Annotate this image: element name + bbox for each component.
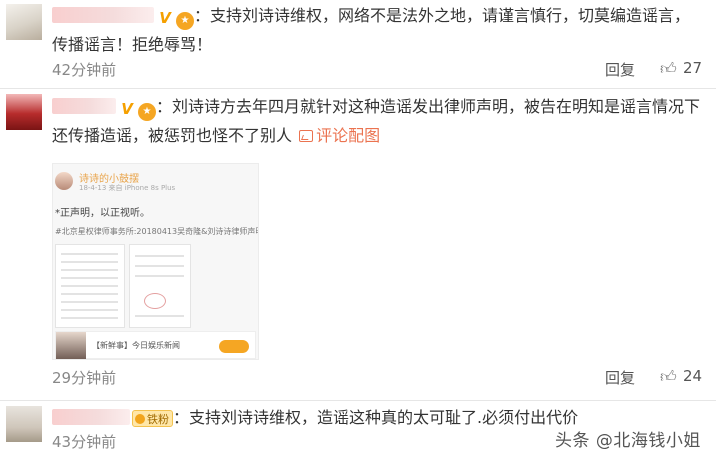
comment-item-1: V ★ ：支持刘诗诗维权，网络不是法外之地，请谨言慎行，切莫编造谣言，传播谣言！拒绝…	[0, 0, 716, 88]
like-button[interactable]: 👍︎ 24	[660, 367, 702, 387]
like-button[interactable]: 👍︎ 27	[660, 59, 702, 79]
news-thumbnail	[56, 332, 86, 359]
like-count: 27	[683, 59, 703, 77]
comment-body: V ★ ：支持刘诗诗维权，网络不是法外之地，请谨言慎行，切莫编造谣言，传播谣言！拒绝…	[52, 1, 702, 59]
reply-button[interactable]: 回复	[605, 59, 635, 80]
thumbs-up-icon: 👍︎	[660, 367, 677, 386]
comment-item-2: V ★ ：刘诗诗方去年四月就针对这种造谣发出律师声明，被告在明知是谣言情况下还传播造…	[0, 88, 716, 400]
vip-v-icon: V	[159, 9, 171, 27]
news-card-text: 【新鲜事】今日娱乐新闻	[92, 341, 180, 350]
medal-icon: ★	[176, 12, 194, 30]
like-count: 24	[683, 367, 703, 385]
embedded-avatar	[55, 172, 73, 190]
embedded-text-line: #北京星权律师事务所:20180413吴奇隆&刘诗诗律师声明	[55, 227, 259, 236]
embedded-news-card: 【新鲜事】今日娱乐新闻	[55, 331, 256, 359]
comment-time: 29分钟前	[52, 369, 117, 387]
comment-time: 42分钟前	[52, 61, 117, 79]
commenter-avatar[interactable]	[6, 406, 42, 442]
blurred-username[interactable]	[52, 7, 154, 23]
fan-badge-label: 铁粉	[147, 413, 169, 426]
image-link-label: 评论配图	[316, 126, 381, 145]
fan-badge-icon	[135, 414, 145, 424]
blurred-username[interactable]	[52, 409, 130, 425]
blurred-username[interactable]	[52, 98, 116, 114]
reply-button[interactable]: 回复	[605, 367, 635, 388]
embedded-text-line: *正声明，以正视听。	[55, 208, 150, 219]
watermark: 头条 @北海钱小姐	[555, 431, 701, 451]
document-thumbnail	[55, 244, 125, 328]
news-card-button	[219, 340, 249, 353]
comment-image[interactable]: 诗诗的小鼓摆 18-4-13 来自 iPhone 8s Plus *正声明，以正…	[52, 163, 259, 360]
fan-badge: 铁粉	[132, 410, 173, 427]
stamp-icon	[144, 293, 166, 309]
comment-body: V ★ ：刘诗诗方去年四月就针对这种造谣发出律师声明，被告在明知是谣言情况下还传播造…	[52, 92, 702, 150]
comment-image-link[interactable]: 评论配图	[297, 126, 380, 145]
image-icon	[299, 130, 314, 142]
commenter-avatar[interactable]	[6, 94, 42, 130]
embedded-meta: 18-4-13 来自 iPhone 8s Plus	[79, 184, 176, 192]
vip-v-icon: V	[121, 100, 133, 118]
document-thumbnail	[129, 244, 191, 328]
thumbs-up-icon: 👍︎	[660, 59, 677, 78]
comment-text: ：支持刘诗诗维权，造谣这种真的太可耻了.必须付出代价	[173, 408, 579, 427]
commenter-avatar[interactable]	[6, 4, 42, 40]
comment-time: 43分钟前	[52, 433, 117, 451]
medal-icon: ★	[138, 103, 156, 121]
